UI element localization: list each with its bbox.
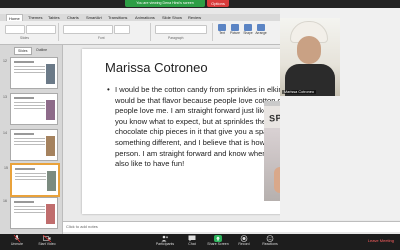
microphone-muted-icon [13,235,21,242]
ribbon-group-label: Paragraph [168,36,184,40]
ribbon-group-insert: Text Picture Shape Arrange [214,23,278,41]
zoom-toolbar: Unmute Start Video Participants Chat Sha… [0,234,400,250]
record-icon [240,235,248,242]
insert-text-tool[interactable]: Text [216,24,228,35]
new-slide-button[interactable] [5,25,25,34]
reactions-button[interactable]: Reactions [255,235,285,249]
slide-thumbnail[interactable]: 13 [3,93,58,125]
ribbon-group-font: Font [60,23,151,41]
participant-video-panel: Marissa Cotroneo [280,8,400,220]
tab-animations[interactable]: Animations [135,15,155,20]
chat-icon [188,235,196,242]
reactions-icon [266,235,274,242]
slide-thumbnail[interactable]: 12 [3,57,58,89]
notes-placeholder: Click to add notes [66,224,98,229]
bullet-point: • [107,85,110,94]
tab-review[interactable]: Review [188,15,201,20]
view-options-button[interactable]: Options [207,0,229,7]
slide-title[interactable]: Marissa Cotroneo [105,60,208,75]
tab-tables[interactable]: Tables [48,15,60,20]
tab-slide-show[interactable]: Slide Show [162,15,182,20]
slide-thumbnail-selected[interactable]: 15 [4,163,60,197]
face [297,36,321,64]
slide-sidebar: Slides Outline 12 13 14 15 16 [0,45,63,234]
picture-icon [231,24,239,31]
arrange-icon [257,24,265,31]
arrange-tool[interactable]: Arrange [255,24,267,35]
font-family-select[interactable] [63,25,113,34]
paragraph-alignment-buttons[interactable] [155,25,207,34]
participants-icon [161,235,168,242]
insert-picture-tool[interactable]: Picture [229,24,241,35]
screen-share-banner: You are viewing Dena Hirst's screen [125,0,205,7]
start-video-button[interactable]: Start Video [32,235,62,249]
layout-button[interactable] [26,25,56,34]
ribbon-group-slides: Slides [2,23,59,41]
text-icon [218,24,226,31]
ribbon-group-paragraph: Paragraph [152,23,213,41]
participants-button[interactable]: Participants [150,235,180,249]
leave-meeting-button[interactable]: Leave Meeting [368,238,394,243]
unmute-button[interactable]: Unmute [2,235,32,249]
zoom-top-bar: You are viewing Dena Hirst's screen Opti… [0,0,400,15]
ribbon-group-label: Font [98,36,105,40]
tab-slides[interactable]: Slides [14,47,32,55]
sidebar-tabs: Slides Outline [14,47,54,55]
participant-name: Marissa Cotroneo [282,90,316,94]
video-camera-off-icon [43,235,51,242]
window-controls[interactable] [3,2,23,15]
participant-video[interactable]: Marissa Cotroneo [280,18,340,96]
notes-pane[interactable]: Click to add notes [63,221,400,232]
tab-themes[interactable]: Themes [28,15,42,20]
slide-thumbnail[interactable]: 16 [3,197,58,229]
tab-smartart[interactable]: SmartArt [86,15,102,20]
font-size-select[interactable] [114,25,130,34]
tab-outline[interactable]: Outline [33,47,50,53]
insert-shape-tool[interactable]: Shape [242,24,254,35]
tab-transitions[interactable]: Transitions [108,15,127,20]
tab-charts[interactable]: Charts [67,15,79,20]
ribbon-group-label: Slides [20,36,29,40]
slide-thumbnail[interactable]: 14 [3,129,58,161]
shape-icon [244,24,252,31]
share-screen-icon [214,235,222,242]
